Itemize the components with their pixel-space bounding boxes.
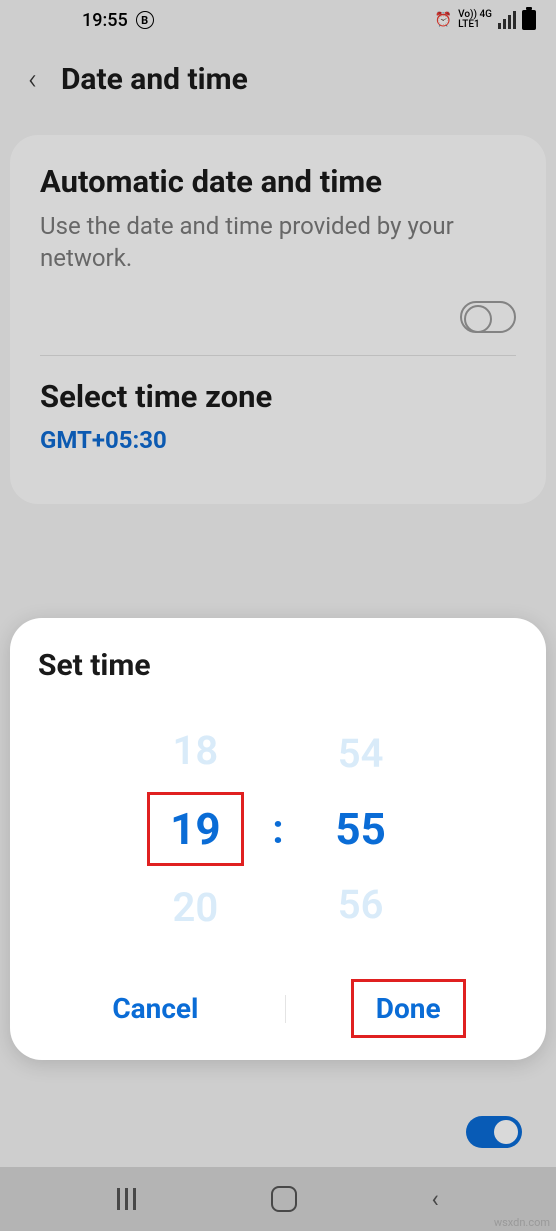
status-time: 19:55 [82,10,128,31]
watermark: wsxdn.com [494,1216,550,1229]
hour-prev[interactable]: 18 [173,727,219,774]
status-bar: 19:55 B ⏰ Vo)) 4G LTE1 [0,0,556,40]
recent-apps-icon[interactable] [117,1188,136,1210]
minute-prev[interactable]: 54 [338,730,384,777]
minute-current[interactable]: 55 [315,795,406,863]
battery-icon [522,10,536,30]
settings-card: Automatic date and time Use the date and… [10,135,546,504]
dialog-title: Set time [38,648,518,683]
set-time-dialog: Set time 18 19 20 : 54 55 56 Cancel Done [10,618,546,1060]
automatic-date-time-section[interactable]: Automatic date and time Use the date and… [40,163,516,355]
toggle-on-indicator[interactable] [466,1116,522,1148]
app-bar: ‹ Date and time [0,40,556,119]
auto-description: Use the date and time provided by your n… [40,210,516,275]
timezone-value: GMT+05:30 [40,426,516,454]
auto-toggle[interactable] [460,301,516,333]
minute-picker[interactable]: 54 55 56 [296,730,426,928]
signal-icon [498,11,516,29]
network-label: Vo)) 4G LTE1 [458,10,492,30]
back-icon[interactable]: ‹ [28,62,37,97]
page-title: Date and time [61,62,248,97]
timezone-title: Select time zone [40,378,516,417]
timezone-section[interactable]: Select time zone GMT+05:30 [40,355,516,477]
home-icon[interactable] [271,1186,297,1212]
time-picker: 18 19 20 : 54 55 56 [38,727,518,931]
done-button[interactable]: Done [351,979,466,1038]
navigation-bar: ‹ [0,1167,556,1231]
alarm-icon: ⏰ [435,12,452,28]
action-divider [285,995,286,1023]
minute-next[interactable]: 56 [338,881,384,928]
dialog-actions: Cancel Done [38,979,518,1038]
nav-back-icon[interactable]: ‹ [431,1185,438,1213]
status-badge-icon: B [136,11,154,29]
hour-current[interactable]: 19 [147,792,244,866]
time-separator: : [272,806,283,853]
auto-title: Automatic date and time [40,163,516,202]
cancel-button[interactable]: Cancel [90,982,220,1035]
hour-next[interactable]: 20 [173,884,219,931]
hour-picker[interactable]: 18 19 20 [130,727,260,931]
